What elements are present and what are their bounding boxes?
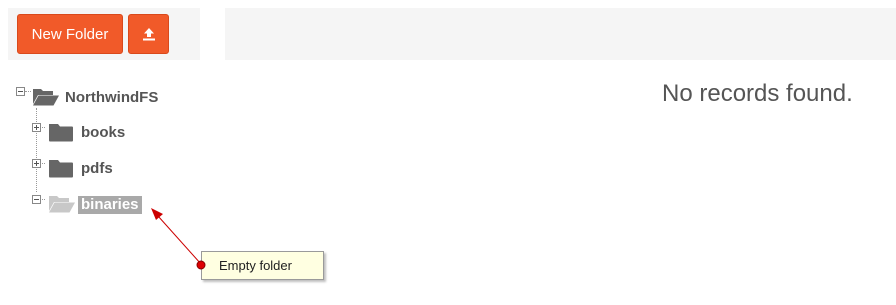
annotation-dot bbox=[196, 260, 206, 270]
file-manager: New Folder NorthwindFS books pdfs binari… bbox=[0, 0, 896, 305]
